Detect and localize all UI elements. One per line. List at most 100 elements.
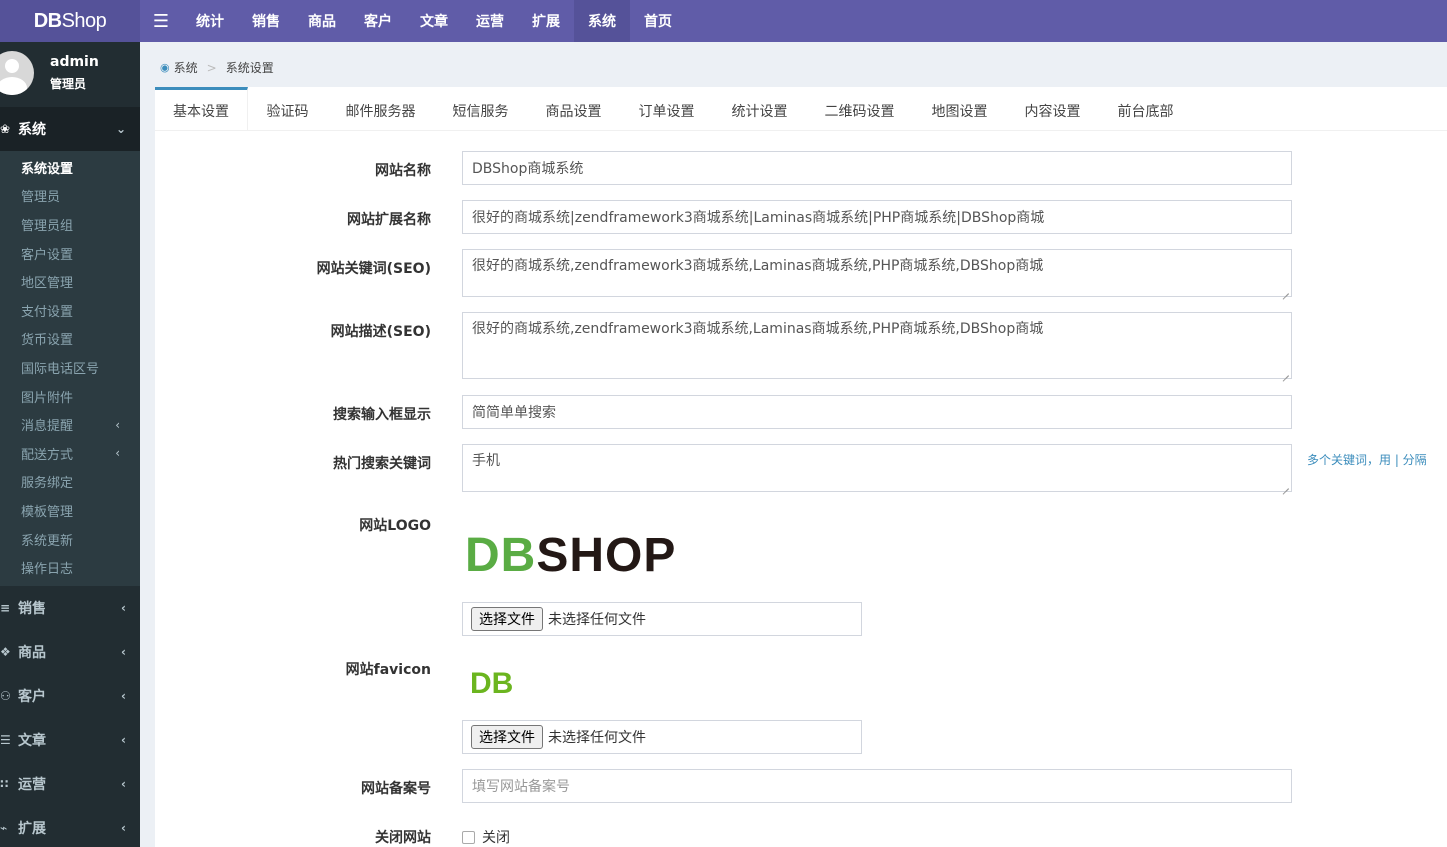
sidebar-item-11[interactable]: 服务绑定 [0, 468, 140, 497]
gears-icon: ❀ [0, 122, 11, 136]
tab-7[interactable]: 二维码设置 [806, 87, 913, 131]
sidebar-item-5[interactable]: 支付设置 [0, 296, 140, 325]
sidebar-item-7[interactable]: 国际电话区号 [0, 353, 140, 382]
chevron-left-icon: ‹ [121, 688, 126, 703]
hot-keywords-textarea[interactable]: 手机 [462, 444, 1292, 492]
sidebar-section-4[interactable]: ∷ 运营 ‹ [0, 762, 140, 806]
sidebar-section-label: 商品 [18, 644, 46, 661]
icp-input[interactable]: 填写网站备案号 [462, 769, 1292, 803]
sidebar-section-label: 运营 [18, 776, 46, 793]
site-keywords-value: 很好的商城系统,zendframework3商城系统,Laminas商城系统,P… [472, 258, 1044, 274]
sidebar-item-label: 系统设置 [21, 161, 74, 177]
sidebar-item-0[interactable]: 系统设置 [0, 153, 140, 182]
sidebar-section-label: 系统 [18, 122, 46, 138]
sidebar-item-13[interactable]: 系统更新 [0, 525, 140, 554]
sidebar-item-8[interactable]: 图片附件 [0, 382, 140, 411]
site-logo-file-input[interactable]: 选择文件 未选择任何文件 [462, 602, 862, 636]
site-description-textarea[interactable]: 很好的商城系统,zendframework3商城系统,Laminas商城系统,P… [462, 312, 1292, 379]
tab-6[interactable]: 统计设置 [713, 87, 806, 131]
dashboard-icon: ◉ [160, 61, 170, 74]
sidebar-item-label: 模板管理 [21, 504, 74, 520]
icp-label: 网站备案号 [361, 781, 431, 797]
sidebar-section-1[interactable]: ❖ 商品 ‹ [0, 630, 140, 674]
tab-10[interactable]: 前台底部 [1099, 87, 1192, 131]
close-site-checkbox[interactable]: 关闭 [462, 827, 510, 847]
chevron-down-icon: ⌄ [115, 122, 126, 136]
topnav-item-goods[interactable]: 商品 [294, 0, 350, 42]
checkbox-box[interactable] [462, 830, 475, 844]
chevron-left-icon: ‹ [115, 417, 120, 432]
search-display-input[interactable]: 简简单单搜索 [462, 395, 1292, 429]
chevron-left-icon: ‹ [115, 446, 120, 461]
sidebar-item-14[interactable]: 操作日志 [0, 553, 140, 582]
favicon-choose-file-button[interactable]: 选择文件 [471, 725, 543, 749]
user-info: admin 管理员 [50, 54, 99, 92]
sidebar-section-2[interactable]: ⚇ 客户 ‹ [0, 674, 140, 718]
tab-0[interactable]: 基本设置 [155, 87, 248, 131]
top-nav: 统计 销售 商品 客户 文章 运营 扩展 系统 首页 [182, 0, 686, 42]
main-content: ◉ 系统 > 系统设置 基本设置 验证码 邮件服务器 短信服务 商品设置 订单设置 统计设置… [140, 42, 1447, 847]
sidebar-section-label: 扩展 [18, 820, 46, 837]
resize-grip-icon[interactable] [1282, 482, 1290, 490]
sidebar-toggle-icon[interactable]: ☰ [140, 0, 182, 42]
settings-tabs: 基本设置 验证码 邮件服务器 短信服务 商品设置 订单设置 统计设置 二维码设置 地图设置 内容设… [155, 87, 1447, 131]
sidebar-item-label: 系统更新 [21, 533, 74, 549]
settings-panel: 基本设置 验证码 邮件服务器 短信服务 商品设置 订单设置 统计设置 二维码设置 地图设置 内容设… [155, 87, 1447, 847]
tab-8[interactable]: 地图设置 [913, 87, 1006, 131]
resize-grip-icon[interactable] [1282, 287, 1290, 295]
tab-9[interactable]: 内容设置 [1006, 87, 1099, 131]
brand-logo-bold: DB [33, 9, 62, 32]
sidebar-item-label: 地区管理 [21, 276, 74, 292]
search-display-label: 搜索输入框显示 [333, 407, 431, 423]
brand-logo[interactable]: DB Shop [0, 0, 140, 42]
sidebar-item-label: 操作日志 [21, 562, 74, 578]
topnav-item-system[interactable]: 系统 [574, 0, 630, 42]
topnav-item-sales[interactable]: 销售 [238, 0, 294, 42]
topnav-item-operations[interactable]: 运营 [462, 0, 518, 42]
topnav-item-extensions[interactable]: 扩展 [518, 0, 574, 42]
sidebar-section-system[interactable]: ❀ 系统 ⌄ [0, 107, 140, 151]
chevron-left-icon: ‹ [121, 644, 126, 659]
resize-grip-icon[interactable] [1282, 369, 1290, 377]
sidebar-item-6[interactable]: 货币设置 [0, 325, 140, 354]
sidebar-item-label: 管理员组 [21, 218, 74, 234]
sidebar-item-label: 消息提醒 [21, 419, 74, 435]
site-name-input[interactable]: DBShop商城系统 [462, 151, 1292, 185]
topnav-item-customers[interactable]: 客户 [350, 0, 406, 42]
sidebar-item-4[interactable]: 地区管理 [0, 267, 140, 296]
site-favicon-image: DB [470, 667, 514, 700]
sidebar-item-1[interactable]: 管理员 [0, 182, 140, 211]
sidebar-item-3[interactable]: 客户设置 [0, 239, 140, 268]
user-panel: admin 管理员 [0, 42, 140, 107]
sidebar-item-label: 货币设置 [21, 333, 74, 349]
tab-4[interactable]: 商品设置 [527, 87, 620, 131]
topnav-item-stats[interactable]: 统计 [182, 0, 238, 42]
sidebar-item-9[interactable]: 消息提醒 ‹ [0, 410, 140, 439]
sidebar-section-3[interactable]: ☰ 文章 ‹ [0, 718, 140, 762]
topnav-item-articles[interactable]: 文章 [406, 0, 462, 42]
sidebar-item-10[interactable]: 配送方式 ‹ [0, 439, 140, 468]
site-logo-image-green: DB [465, 529, 537, 582]
site-ext-name-input[interactable]: 很好的商城系统|zendframework3商城系统|Laminas商城系统|P… [462, 200, 1292, 234]
sidebar-section-label: 销售 [18, 600, 46, 617]
tab-1[interactable]: 验证码 [248, 87, 327, 131]
breadcrumb-root[interactable]: 系统 [174, 59, 198, 76]
logo-choose-file-button[interactable]: 选择文件 [471, 607, 543, 631]
sidebar-section-0[interactable]: ≡ 销售 ‹ [0, 586, 140, 630]
tab-3[interactable]: 短信服务 [434, 87, 527, 131]
book-icon: ☰ [0, 732, 11, 747]
site-description-label: 网站描述(SEO) [330, 324, 431, 340]
site-favicon-file-input[interactable]: 选择文件 未选择任何文件 [462, 720, 862, 754]
database-icon: ≡ [0, 600, 11, 615]
sidebar-item-2[interactable]: 管理员组 [0, 210, 140, 239]
tab-2[interactable]: 邮件服务器 [327, 87, 434, 131]
sidebar-item-12[interactable]: 模板管理 [0, 496, 140, 525]
close-site-label: 关闭网站 [375, 830, 431, 846]
site-keywords-textarea[interactable]: 很好的商城系统,zendframework3商城系统,Laminas商城系统,P… [462, 249, 1292, 297]
cubes-icon: ❖ [0, 644, 11, 659]
topnav-item-home[interactable]: 首页 [630, 0, 686, 42]
sidebar-section-5[interactable]: ⌁ 扩展 ‹ [0, 806, 140, 847]
avatar [0, 51, 34, 95]
chevron-left-icon: ‹ [121, 820, 126, 835]
tab-5[interactable]: 订单设置 [620, 87, 713, 131]
